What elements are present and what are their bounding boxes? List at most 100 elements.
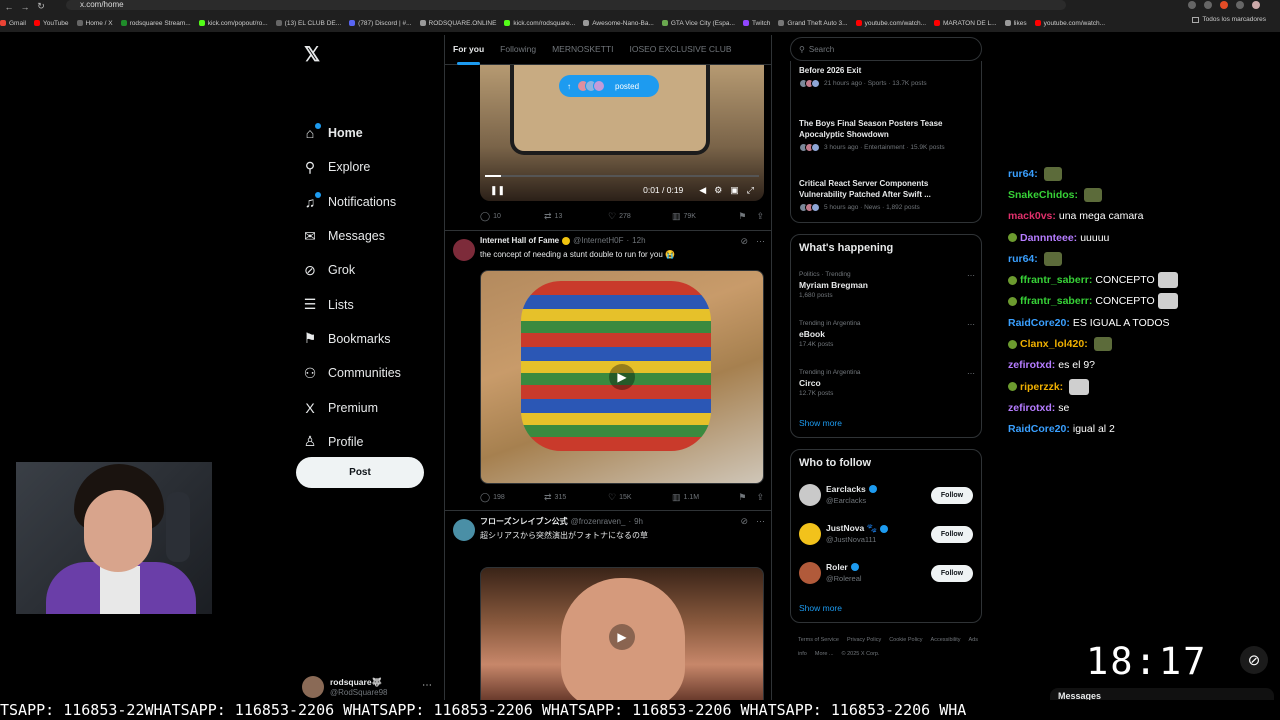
show-more-link[interactable]: Show more [799, 418, 842, 428]
address-bar[interactable]: x.com/home [66, 0, 1066, 10]
sidebar-item-premium[interactable]: X Premium [302, 390, 432, 424]
sidebar-item-bookmarks[interactable]: ⚑ Bookmarks [302, 322, 432, 356]
more-icon[interactable]: ⋯ [756, 516, 765, 527]
bookmark-item[interactable]: GTA Vice City (Espa... [661, 20, 735, 27]
footer-link[interactable]: More ... [815, 651, 834, 657]
pip-icon[interactable]: ▣ [730, 185, 739, 196]
share-icon[interactable]: ⇪ [756, 492, 764, 503]
avatar[interactable] [453, 239, 475, 261]
sidebar-item-explore[interactable]: ⚲ Explore [302, 150, 432, 184]
bookmark-item[interactable]: RODSQUARE.ONLINE [419, 20, 496, 27]
show-more-link[interactable]: Show more [799, 603, 842, 613]
bookmark-item[interactable]: Twitch [742, 20, 770, 27]
avatar[interactable] [799, 562, 821, 584]
news-item[interactable]: The Boys Final Season Posters Tease Apoc… [799, 118, 975, 152]
bookmark-icon[interactable]: ⚑ [738, 211, 746, 222]
settings-icon[interactable]: ⚙ [714, 185, 722, 196]
fullscreen-icon[interactable]: ⤢ [747, 185, 754, 196]
bookmark-item[interactable]: Home / X [76, 20, 113, 27]
more-icon[interactable]: ⋯ [422, 680, 432, 691]
sidebar-item-lists[interactable]: ☰ Lists [302, 287, 432, 321]
more-icon[interactable]: ⋯ [967, 271, 975, 280]
reply-button[interactable]: ◯ 10 [480, 211, 544, 222]
bookmark-item[interactable]: youtube.com/watch... [855, 20, 926, 27]
repost-button[interactable]: ⇄ 13 [544, 211, 608, 222]
back-icon[interactable]: ← [2, 2, 16, 12]
follow-suggestion[interactable]: JustNova 🐾 @JustNova111 Follow [799, 521, 975, 549]
sidebar-item-notifications[interactable]: ♫ Notifications [302, 185, 432, 219]
profile-icon[interactable] [1252, 1, 1260, 9]
follow-suggestion[interactable]: Earclacks @Earclacks Follow [799, 482, 975, 510]
reply-button[interactable]: ◯ 198 [480, 492, 544, 503]
footer-link[interactable]: © 2025 X Corp. [842, 651, 880, 657]
tweet[interactable]: フローズンレイブン公式 @frozenraven_ · 9h ⊘ ⋯ 超シリアスか… [445, 510, 771, 700]
tab-for-you[interactable]: For you [445, 35, 492, 65]
share-icon[interactable]: ⇪ [756, 211, 764, 222]
extension-icon[interactable] [1188, 1, 1196, 9]
extension-icon[interactable] [1220, 1, 1228, 9]
news-item[interactable]: Before 2026 Exit 21 hours ago · Sports · … [799, 65, 975, 88]
account-switcher[interactable]: rodsquare🐺 @RodSquare98 ⋯ [302, 674, 436, 700]
bookmark-icon[interactable]: ⚑ [738, 492, 746, 503]
volume-icon[interactable]: ◀ [699, 185, 706, 196]
footer-link[interactable]: Privacy Policy [847, 637, 881, 643]
play-icon[interactable]: ▶ [609, 624, 635, 650]
extension-icon[interactable] [1204, 1, 1212, 9]
author-name[interactable]: Internet Hall of Fame [480, 236, 559, 245]
author-name[interactable]: フローズンレイブン公式 [480, 516, 568, 527]
like-button[interactable]: ♡ 278 [608, 211, 672, 222]
more-icon[interactable]: ⋯ [967, 369, 975, 378]
tab-ioseo-exclusive-club[interactable]: IOSEO EXCLUSIVE CLUB [621, 35, 739, 65]
more-icon[interactable]: ⋯ [756, 236, 765, 247]
tab-mernosketti[interactable]: MERNOSKETTI [544, 35, 621, 65]
bookmark-item[interactable]: rodsquaree Stream... [120, 20, 191, 27]
like-button[interactable]: ♡ 15K [608, 492, 672, 503]
footer-link[interactable]: Accessibility [931, 637, 961, 643]
tab-following[interactable]: Following [492, 35, 544, 65]
avatar[interactable] [799, 523, 821, 545]
sidebar-item-profile[interactable]: ♙ Profile [302, 425, 432, 459]
bookmark-item[interactable]: likes [1004, 20, 1027, 27]
avatar[interactable] [799, 484, 821, 506]
grok-icon[interactable]: ⊘ [740, 516, 748, 527]
extension-icon[interactable] [1236, 1, 1244, 9]
news-item[interactable]: Critical React Server Components Vulnera… [799, 178, 975, 212]
x-logo-icon[interactable]: 𝕏 [304, 42, 320, 67]
bookmark-item[interactable]: MARATON DE L... [934, 20, 997, 27]
new-posts-pill[interactable]: ↑ posted [559, 75, 659, 97]
views-button[interactable]: ▥ 79K [672, 211, 736, 222]
footer-link[interactable]: Terms of Service [798, 637, 839, 643]
bookmark-item[interactable]: Awesome-Nano-Ba... [583, 20, 654, 27]
tweet[interactable]: Internet Hall of Fame @InternetH0F · 12h… [445, 230, 771, 510]
trend-item[interactable]: Trending in Argentina Circo 12.7K posts ⋯ [799, 369, 975, 397]
tweet-video[interactable]: ▶ [480, 567, 764, 700]
search-input[interactable]: ⚲ Search [790, 37, 982, 61]
follow-button[interactable]: Follow [931, 487, 973, 504]
bookmark-item[interactable]: Gmail [0, 20, 26, 27]
follow-suggestion[interactable]: Roler @Rolereal Follow [799, 560, 975, 588]
tweet-time[interactable]: 9h [634, 517, 643, 526]
follow-button[interactable]: Follow [931, 565, 973, 582]
bookmark-item[interactable]: YouTube [33, 20, 69, 27]
author-handle[interactable]: @InternetH0F [573, 236, 623, 245]
author-handle[interactable]: @frozenraven_ [571, 517, 626, 526]
avatar[interactable] [453, 519, 475, 541]
bookmark-item[interactable]: kick.com/rodsquare... [504, 20, 575, 27]
sidebar-item-grok[interactable]: ⊘ Grok [302, 253, 432, 287]
play-icon[interactable]: ▶ [609, 364, 635, 390]
pause-icon[interactable]: ❚❚ [490, 185, 505, 196]
bookmark-item[interactable]: youtube.com/watch... [1034, 20, 1105, 27]
footer-link[interactable]: Cookie Policy [889, 637, 922, 643]
tweet-time[interactable]: 12h [632, 236, 645, 245]
tweet-video[interactable]: ▶ [480, 270, 764, 484]
all-bookmarks[interactable]: Todos los marcadores [1192, 16, 1266, 23]
trend-item[interactable]: Trending in Argentina eBook 17.4K posts ⋯ [799, 320, 975, 348]
sidebar-item-communities[interactable]: ⚇ Communities [302, 356, 432, 390]
repost-button[interactable]: ⇄ 315 [544, 492, 608, 503]
views-button[interactable]: ▥ 1.1M [672, 492, 736, 503]
reload-icon[interactable]: ↻ [34, 1, 48, 12]
grok-icon[interactable]: ⊘ [740, 236, 748, 247]
trend-item[interactable]: Politics · Trending Myriam Bregman 1,680 p… [799, 271, 975, 299]
bookmark-item[interactable]: (13) EL CLUB DE... [275, 20, 341, 27]
more-icon[interactable]: ⋯ [967, 320, 975, 329]
